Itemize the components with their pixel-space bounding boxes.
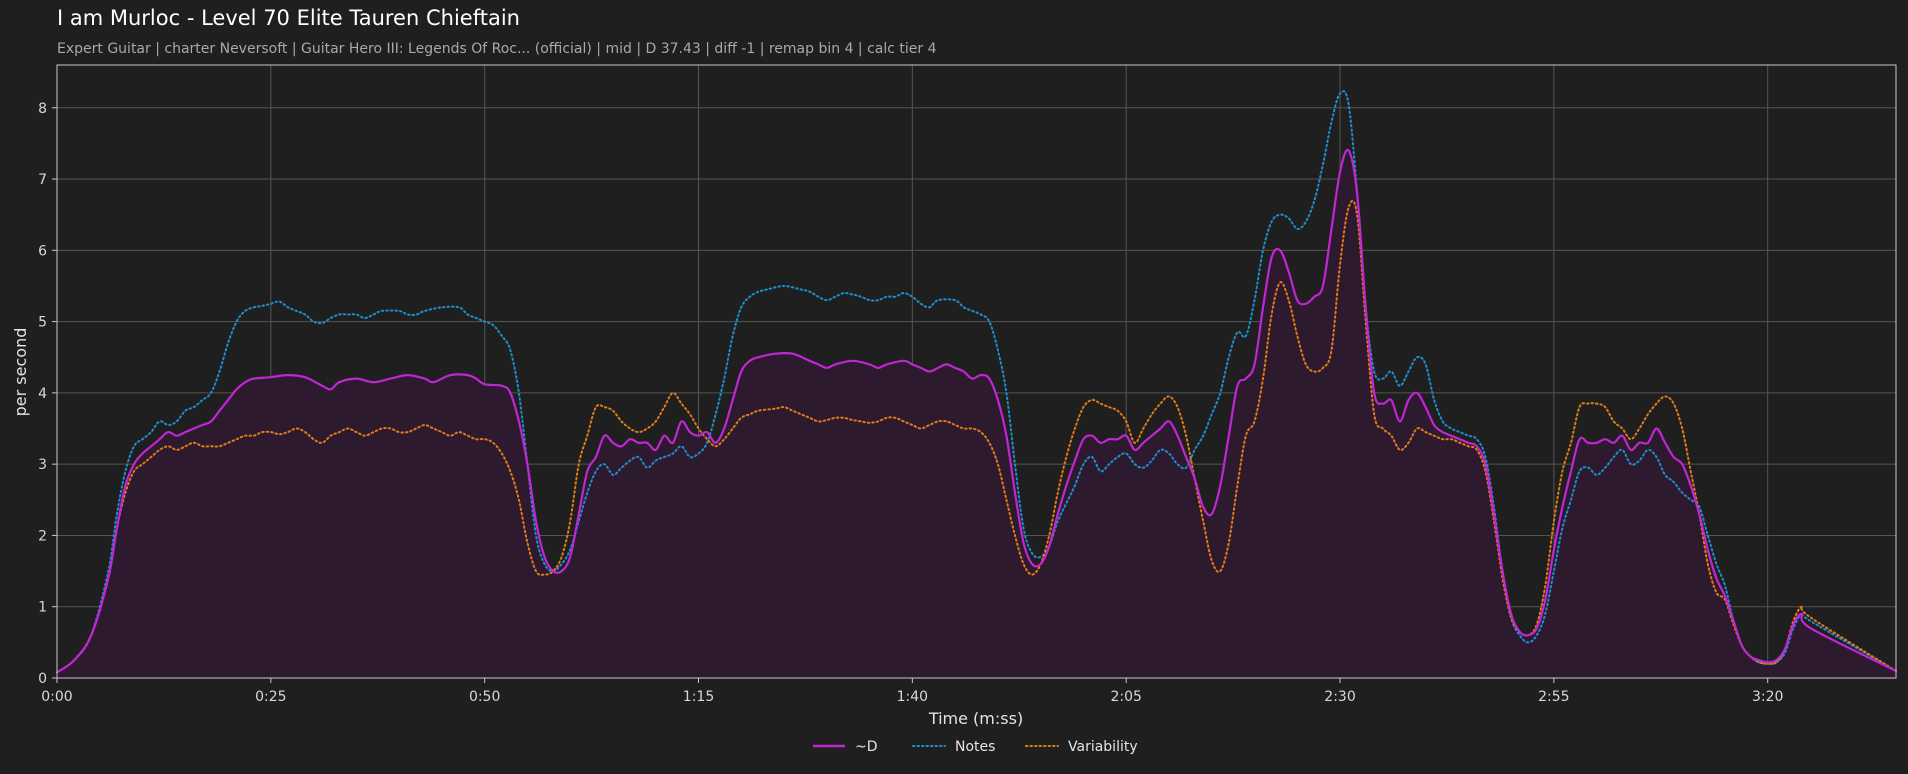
y-tick-label: 3 bbox=[38, 457, 47, 473]
x-tick-label: 2:05 bbox=[1110, 689, 1141, 705]
y-tick-label: 4 bbox=[38, 386, 47, 402]
chart-canvas: 0:00 0:25 0:50 1:15 1:40 2:05 2:30 2:55 3:20 0 1 2… bbox=[11, 64, 1897, 755]
x-tick-label: 0:25 bbox=[255, 689, 286, 705]
x-tick-label: 0:00 bbox=[41, 689, 72, 705]
y-tick-label: 1 bbox=[38, 600, 47, 616]
y-axis: 0 1 2 3 4 5 6 7 8 bbox=[38, 101, 57, 687]
legend: ~D Notes Variability bbox=[813, 739, 1138, 755]
y-tick-label: 5 bbox=[38, 315, 47, 331]
x-tick-label: 3:20 bbox=[1752, 689, 1783, 705]
d-area-fill bbox=[57, 149, 1896, 679]
x-tick-label: 1:40 bbox=[897, 689, 928, 705]
y-tick-label: 6 bbox=[38, 243, 47, 259]
y-tick-label: 8 bbox=[38, 101, 47, 117]
x-tick-label: 1:15 bbox=[683, 689, 714, 705]
legend-label-notes: Notes bbox=[955, 739, 995, 755]
x-tick-label: 0:50 bbox=[469, 689, 500, 705]
y-tick-label: 2 bbox=[38, 528, 47, 544]
y-axis-title: per second bbox=[11, 328, 30, 417]
y-tick-label: 0 bbox=[38, 671, 47, 687]
x-axis: 0:00 0:25 0:50 1:15 1:40 2:05 2:30 2:55 3:20 bbox=[41, 678, 1783, 705]
x-axis-title: Time (m:ss) bbox=[928, 709, 1023, 728]
x-tick-label: 2:30 bbox=[1324, 689, 1355, 705]
x-tick-label: 2:55 bbox=[1538, 689, 1569, 705]
legend-label-d: ~D bbox=[855, 739, 878, 755]
legend-label-variability: Variability bbox=[1068, 739, 1138, 755]
y-tick-label: 7 bbox=[38, 172, 47, 188]
